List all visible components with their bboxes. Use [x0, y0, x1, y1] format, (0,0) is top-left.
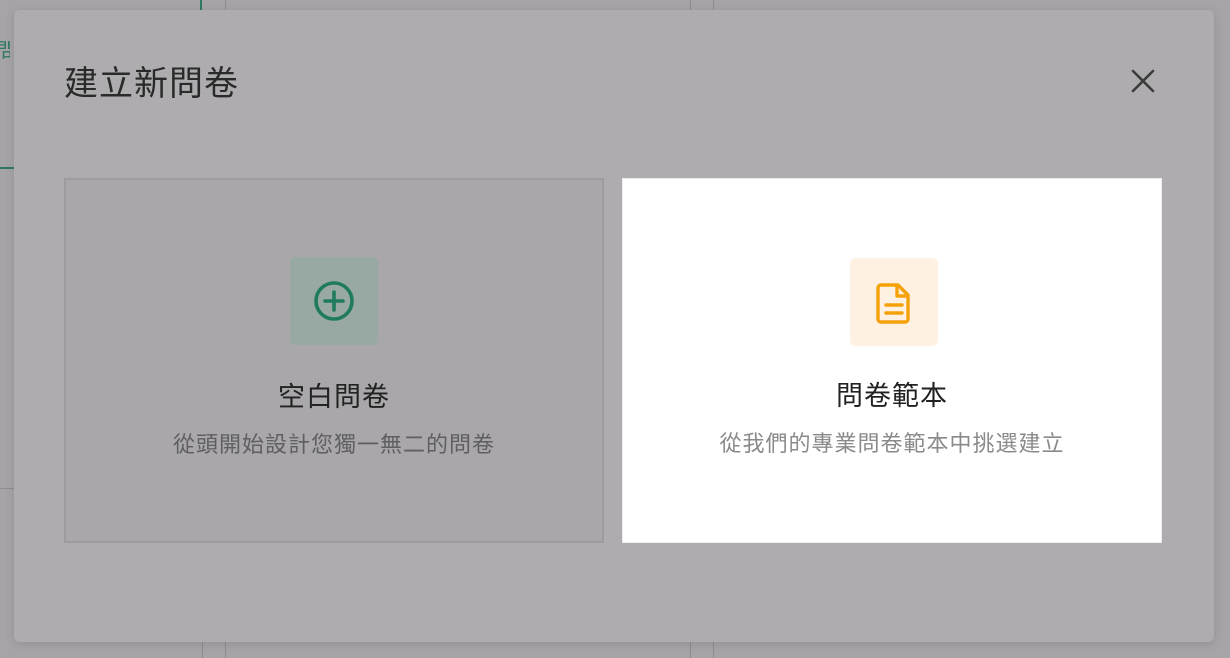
- create-survey-dialog: 建立新問卷 空白問卷 從頭開始設計您獨一無二的問卷 問卷範本 從我們的專業問卷範…: [14, 10, 1214, 642]
- survey-template-title: 問卷範本: [836, 381, 948, 412]
- blank-survey-title: 空白問卷: [278, 382, 390, 413]
- background-divider: [690, 642, 691, 658]
- background-text-fragment: 問: [0, 34, 10, 66]
- blank-survey-option[interactable]: 空白問卷 從頭開始設計您獨一無二的問卷: [64, 178, 604, 543]
- dialog-title: 建立新問卷: [64, 64, 239, 104]
- close-button[interactable]: [1124, 62, 1162, 100]
- blank-survey-description: 從頭開始設計您獨一無二的問卷: [172, 433, 495, 458]
- background-divider: [202, 642, 203, 658]
- background-accent-line: [200, 0, 202, 10]
- survey-template-option[interactable]: 問卷範本 從我們的專業問卷範本中挑選建立: [622, 178, 1162, 543]
- background-divider: [0, 488, 14, 489]
- document-icon: [876, 283, 910, 324]
- background-divider: [690, 0, 691, 10]
- background-accent-line: [0, 167, 14, 169]
- close-icon: [1131, 69, 1155, 93]
- background-divider: [713, 642, 714, 658]
- background-divider: [225, 0, 226, 10]
- survey-template-description: 從我們的專業問卷範本中挑選建立: [719, 432, 1065, 457]
- blank-survey-icon-tile: [290, 257, 378, 345]
- survey-template-icon-tile: [850, 258, 938, 346]
- background-divider: [713, 0, 714, 10]
- plus-circle-icon: [314, 281, 354, 321]
- background-divider: [225, 642, 226, 658]
